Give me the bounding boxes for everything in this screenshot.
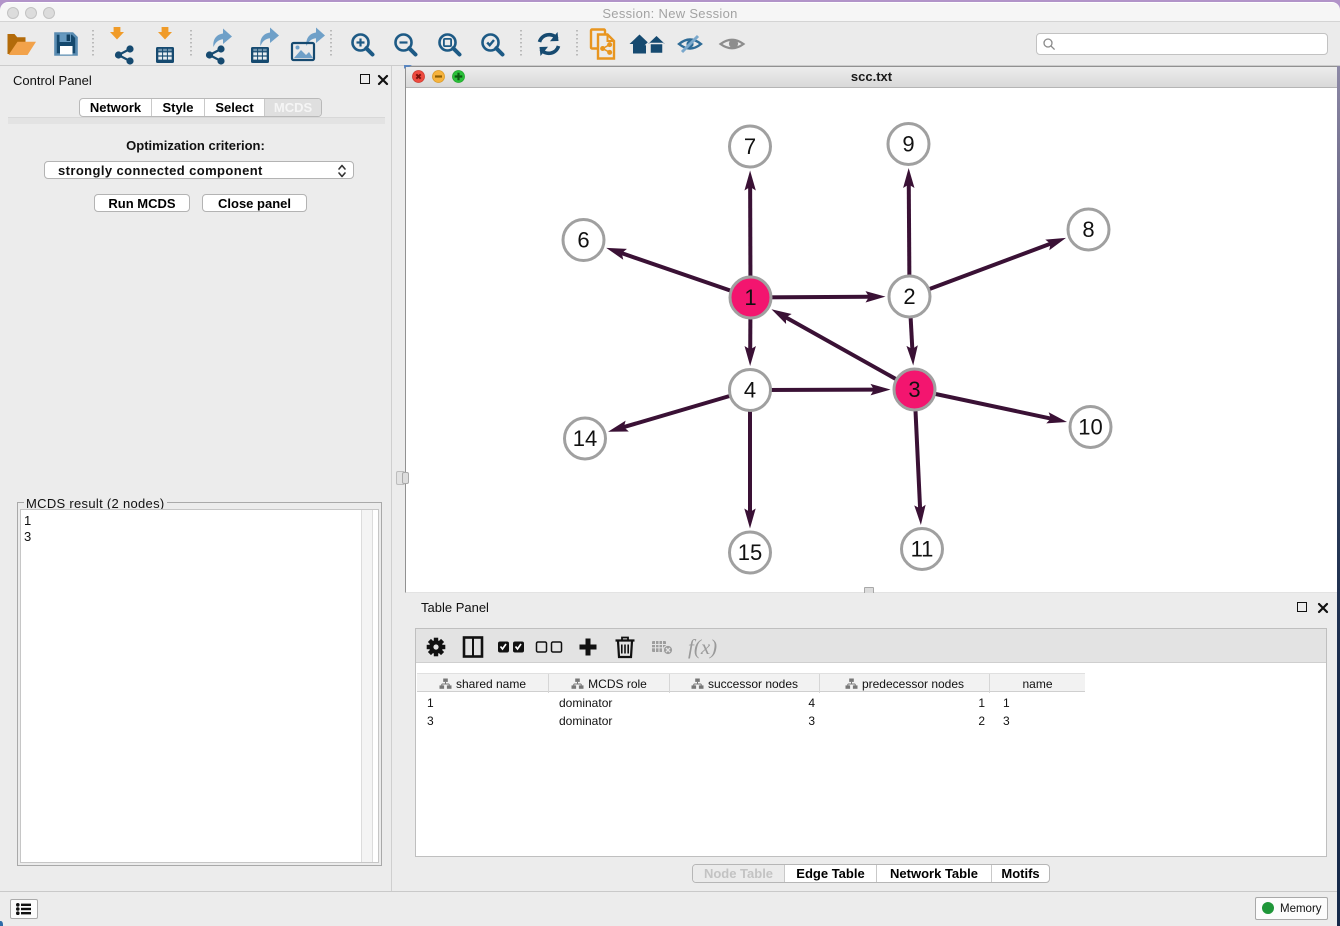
svg-text:14: 14 — [573, 426, 597, 451]
svg-text:4: 4 — [744, 378, 756, 403]
svg-text:11: 11 — [911, 537, 934, 562]
svg-text:7: 7 — [744, 134, 756, 159]
svg-text:f(x): f(x) — [688, 635, 717, 659]
svg-text:8: 8 — [1082, 217, 1094, 242]
svg-text:1: 1 — [744, 285, 756, 310]
svg-text:2: 2 — [903, 284, 915, 309]
svg-text:15: 15 — [738, 540, 762, 565]
svg-text:6: 6 — [577, 228, 589, 253]
svg-text:9: 9 — [902, 132, 914, 157]
svg-text:10: 10 — [1078, 415, 1102, 440]
svg-text:3: 3 — [908, 377, 920, 402]
